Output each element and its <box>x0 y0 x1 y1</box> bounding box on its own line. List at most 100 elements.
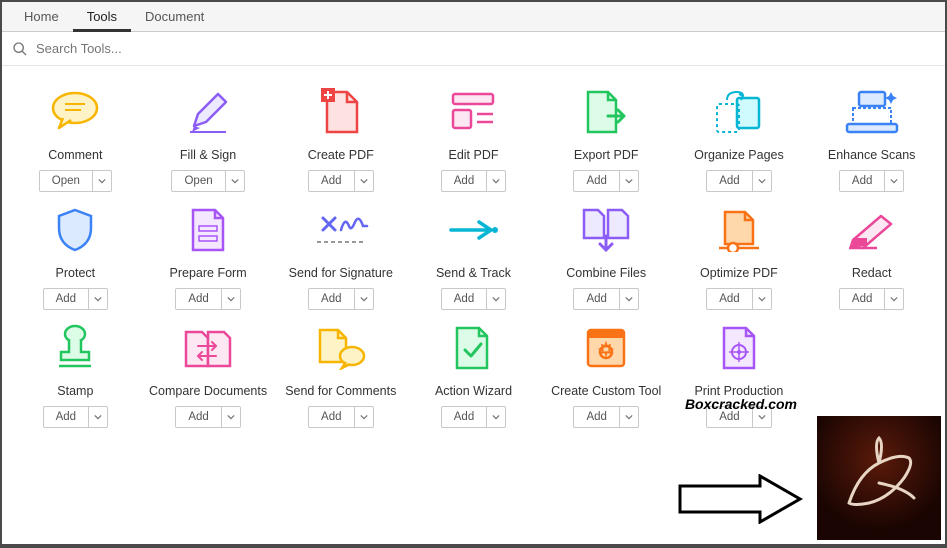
tool-action-button[interactable]: Add <box>706 170 771 192</box>
tab-document[interactable]: Document <box>131 2 218 32</box>
tool-send-for-signature[interactable]: Send for Signature Add <box>277 202 404 310</box>
tool-label: Stamp <box>57 384 93 398</box>
tool-action-label[interactable]: Add <box>44 289 89 309</box>
tool-protect[interactable]: Protect Add <box>12 202 139 310</box>
tool-action-button[interactable]: Add <box>43 288 108 310</box>
stamp-icon <box>39 320 111 376</box>
dropdown-caret-icon[interactable] <box>89 407 107 427</box>
tool-action-wizard[interactable]: Action Wizard Add <box>410 320 537 428</box>
tool-action-label[interactable]: Add <box>44 407 89 427</box>
tool-label: Redact <box>852 266 892 280</box>
tool-action-button[interactable]: Add <box>441 406 506 428</box>
tool-action-button[interactable]: Open <box>39 170 112 192</box>
tool-action-label[interactable]: Add <box>840 171 885 191</box>
tool-action-label[interactable]: Add <box>309 289 354 309</box>
tool-action-button[interactable]: Add <box>175 288 240 310</box>
dropdown-caret-icon[interactable] <box>753 171 771 191</box>
tool-action-label[interactable]: Open <box>172 171 225 191</box>
tool-action-button[interactable]: Add <box>441 288 506 310</box>
tool-label: Send & Track <box>436 266 511 280</box>
dropdown-caret-icon[interactable] <box>487 289 505 309</box>
tool-action-label[interactable]: Add <box>309 407 354 427</box>
dropdown-caret-icon[interactable] <box>355 289 373 309</box>
dropdown-caret-icon[interactable] <box>93 171 111 191</box>
tool-send-track[interactable]: Send & Track Add <box>410 202 537 310</box>
dropdown-caret-icon[interactable] <box>222 289 240 309</box>
tool-action-button[interactable]: Add <box>43 406 108 428</box>
tool-action-button[interactable]: Add <box>573 170 638 192</box>
dropdown-caret-icon[interactable] <box>885 289 903 309</box>
tool-action-label[interactable]: Add <box>574 289 619 309</box>
dropdown-caret-icon[interactable] <box>226 171 244 191</box>
tool-action-button[interactable]: Add <box>308 170 373 192</box>
tool-export-pdf[interactable]: Export PDF Add <box>543 84 670 192</box>
tool-label: Create Custom Tool <box>551 384 661 398</box>
tool-combine-files[interactable]: Combine Files Add <box>543 202 670 310</box>
prepform-icon <box>172 202 244 258</box>
dropdown-caret-icon[interactable] <box>620 171 638 191</box>
tool-action-label[interactable]: Add <box>707 171 752 191</box>
tab-home[interactable]: Home <box>10 2 73 32</box>
tool-action-button[interactable]: Add <box>441 170 506 192</box>
tool-action-button[interactable]: Add <box>175 406 240 428</box>
dropdown-caret-icon[interactable] <box>753 289 771 309</box>
optimize-icon <box>703 202 775 258</box>
tool-optimize-pdf[interactable]: Optimize PDF Add <box>676 202 803 310</box>
search-input[interactable] <box>36 41 336 56</box>
tool-action-button[interactable]: Add <box>839 288 904 310</box>
tool-action-button[interactable]: Open <box>171 170 244 192</box>
tool-label: Create PDF <box>308 148 374 162</box>
tab-tools[interactable]: Tools <box>73 2 131 32</box>
tool-action-button[interactable]: Add <box>706 288 771 310</box>
redact-icon <box>836 202 908 258</box>
tool-edit-pdf[interactable]: Edit PDF Add <box>410 84 537 192</box>
dropdown-caret-icon[interactable] <box>487 171 505 191</box>
tool-stamp[interactable]: Stamp Add <box>12 320 139 428</box>
tool-action-label[interactable]: Add <box>574 171 619 191</box>
tool-action-label[interactable]: Add <box>442 289 487 309</box>
tool-comment[interactable]: Comment Open <box>12 84 139 192</box>
tool-action-button[interactable]: Add <box>573 406 638 428</box>
tool-redact[interactable]: Redact Add <box>808 202 935 310</box>
tool-send-for-comments[interactable]: Send for Comments Add <box>277 320 404 428</box>
tool-fill-sign[interactable]: Fill & Sign Open <box>145 84 272 192</box>
tool-create-custom-tool[interactable]: Create Custom Tool Add <box>543 320 670 428</box>
tool-action-label[interactable]: Open <box>40 171 93 191</box>
tool-label: Send for Signature <box>289 266 393 280</box>
tool-action-label[interactable]: Add <box>574 407 619 427</box>
tool-action-label[interactable]: Add <box>309 171 354 191</box>
dropdown-caret-icon[interactable] <box>89 289 107 309</box>
tool-action-label[interactable]: Add <box>176 289 221 309</box>
arrow-annotation <box>675 474 805 524</box>
tool-compare-documents[interactable]: Compare Documents Add <box>145 320 272 428</box>
tool-action-button[interactable]: Add <box>839 170 904 192</box>
exportpdf-icon <box>570 84 642 140</box>
watermark-text: Boxcracked.com <box>685 396 797 412</box>
dropdown-caret-icon[interactable] <box>487 407 505 427</box>
dropdown-caret-icon[interactable] <box>620 289 638 309</box>
dropdown-caret-icon[interactable] <box>355 171 373 191</box>
tool-action-label[interactable]: Add <box>442 171 487 191</box>
tool-label: Export PDF <box>574 148 639 162</box>
tool-action-button[interactable]: Add <box>308 406 373 428</box>
tool-action-label[interactable]: Add <box>442 407 487 427</box>
dropdown-caret-icon[interactable] <box>885 171 903 191</box>
tool-action-button[interactable]: Add <box>573 288 638 310</box>
tool-label: Fill & Sign <box>180 148 236 162</box>
enhance-icon <box>836 84 908 140</box>
tool-action-label[interactable]: Add <box>707 289 752 309</box>
tool-enhance-scans[interactable]: Enhance Scans Add <box>808 84 935 192</box>
tool-action-button[interactable]: Add <box>308 288 373 310</box>
tool-label: Combine Files <box>566 266 646 280</box>
tool-action-label[interactable]: Add <box>176 407 221 427</box>
dropdown-caret-icon[interactable] <box>222 407 240 427</box>
tool-label: Action Wizard <box>435 384 512 398</box>
tool-label: Protect <box>56 266 96 280</box>
tool-organize-pages[interactable]: Organize Pages Add <box>676 84 803 192</box>
sendcomment-icon <box>305 320 377 376</box>
dropdown-caret-icon[interactable] <box>620 407 638 427</box>
tool-action-label[interactable]: Add <box>840 289 885 309</box>
tool-prepare-form[interactable]: Prepare Form Add <box>145 202 272 310</box>
tool-create-pdf[interactable]: Create PDF Add <box>277 84 404 192</box>
dropdown-caret-icon[interactable] <box>355 407 373 427</box>
